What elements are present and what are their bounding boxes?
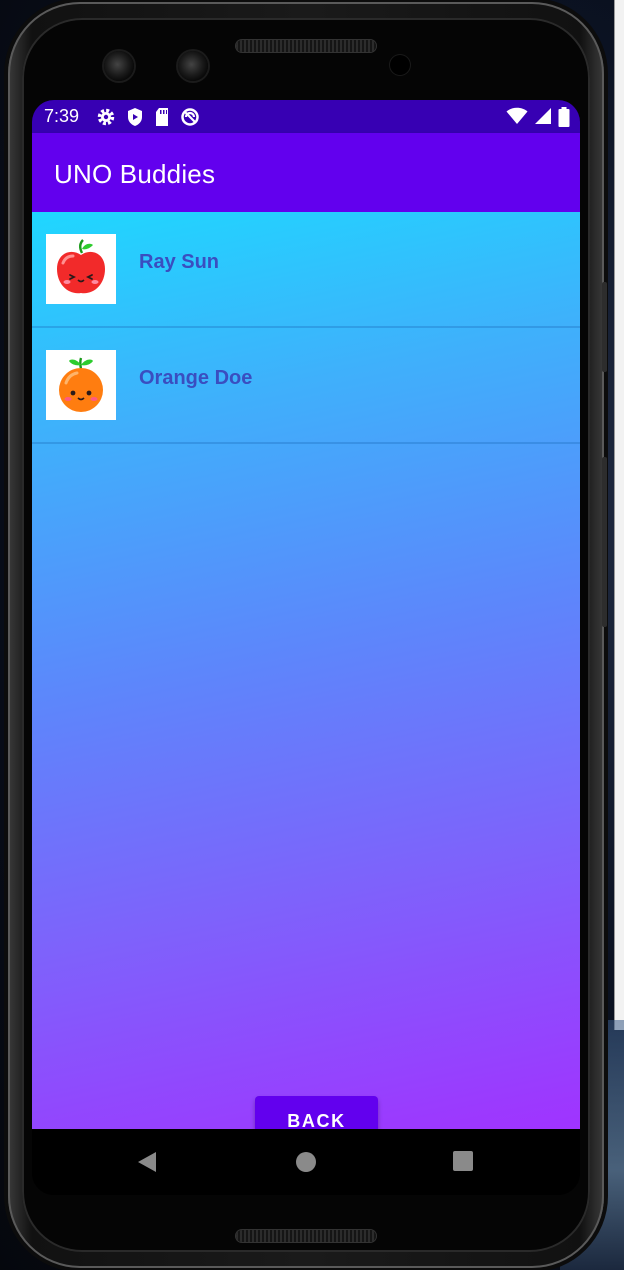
apple-avatar-icon [46, 234, 116, 304]
bottom-speaker [236, 1230, 376, 1242]
device-screen: 7:39 UNO Buddies Ray Sun Orange Doe BACK [32, 100, 580, 1195]
orange-avatar-icon [46, 350, 116, 420]
wifi-icon [506, 107, 528, 127]
status-bar: 7:39 [32, 100, 580, 133]
gear-icon [96, 107, 116, 127]
sd-card-icon [154, 107, 170, 127]
power-button [602, 457, 607, 627]
buddies-list-page: Ray Sun Orange Doe BACK [32, 212, 580, 1146]
navigation-bar [32, 1129, 580, 1195]
front-camera-2 [178, 51, 208, 81]
top-speaker [236, 40, 376, 52]
list-item-orange-doe[interactable]: Orange Doe [32, 328, 580, 444]
app-title: UNO Buddies [54, 159, 216, 189]
app-bar: UNO Buddies [32, 133, 580, 212]
volume-button [602, 282, 607, 372]
back-nav-icon[interactable] [136, 1151, 158, 1178]
list-item-ray-sun[interactable]: Ray Sun [32, 212, 580, 328]
accessibility-icon [180, 107, 200, 127]
status-time: 7:39 [44, 106, 80, 126]
host-window-panel [614, 0, 624, 1030]
signal-icon [534, 107, 552, 127]
proximity-sensor [390, 55, 410, 75]
front-camera-1 [104, 51, 134, 81]
battery-icon [558, 107, 570, 127]
home-nav-icon[interactable] [295, 1151, 317, 1178]
shield-icon [126, 107, 144, 127]
buddy-name: Orange Doe [139, 367, 253, 389]
recents-nav-icon[interactable] [453, 1151, 473, 1176]
buddy-name: Ray Sun [139, 251, 220, 273]
